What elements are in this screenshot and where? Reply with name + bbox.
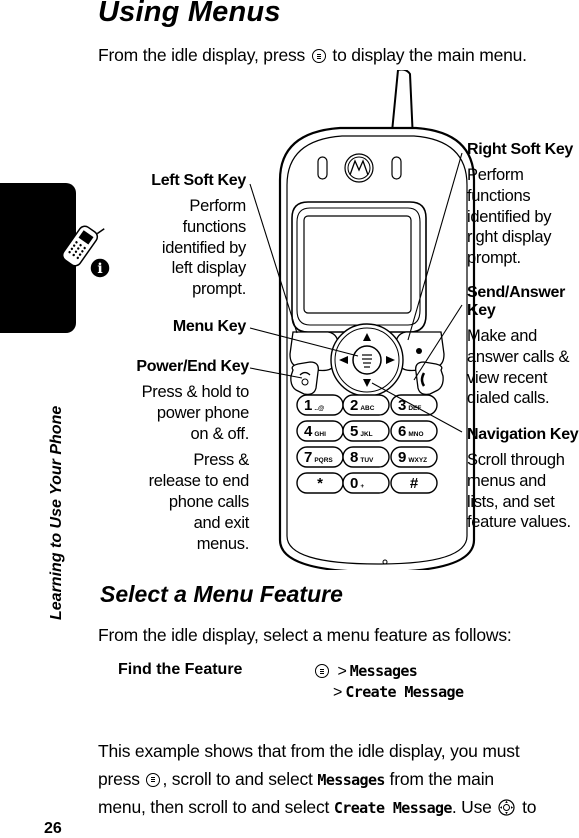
page-number: 26 [44, 820, 62, 837]
navigation-key-icon [498, 799, 515, 816]
leader-menu-key [249, 327, 359, 357]
feature-path-row: > Messages [313, 661, 463, 682]
callout-title: Right Soft Key [467, 141, 574, 158]
callout-title: Send/Answer [467, 284, 566, 301]
menu-item-create-message: Create Message [333, 799, 453, 817]
find-feature-label: Find the Feature [118, 661, 243, 678]
menu-key-icon [146, 772, 161, 787]
callout-title: Navigation Key [467, 426, 579, 443]
callout-description: Perform functions identified by right di… [467, 166, 552, 268]
callout-power-end-key: Power/End Key Press & hold to power phon… [100, 358, 249, 554]
callout-menu-key: Menu Key [172, 318, 246, 335]
leader-power-end-key [249, 367, 303, 379]
callout-title: Power/End Key [136, 358, 249, 375]
callout-right-soft-key: Right Soft Key Perform functions identif… [467, 141, 573, 269]
leader-left-soft-key [249, 183, 298, 334]
callout-description: Perform functions identified by left dis… [161, 197, 246, 299]
leader-send-answer-key [413, 304, 463, 381]
callout-description-2: Press & release to end phone calls and e… [148, 451, 250, 553]
section-heading: Select a Menu Feature [100, 581, 343, 607]
menu-item-messages: Messages [317, 770, 385, 789]
callout-description: Press & hold to power phone on & off. [141, 383, 250, 443]
callout-send-answer-key: Send/Answer Key Make and answer calls & … [467, 284, 569, 409]
callout-description: Scroll through menus and lists, and set … [467, 451, 571, 532]
leader-right-soft-key [407, 152, 463, 341]
leader-navigation-key [371, 382, 463, 433]
menu-key-icon [315, 664, 329, 678]
menu-item-create-message: Create Message [345, 683, 464, 701]
feature-path: > Messages > Create Message [313, 661, 464, 703]
menu-item-messages: Messages [349, 662, 418, 680]
feature-path-row: > Create Message [333, 683, 464, 701]
example-paragraph: This example shows that from the idle di… [98, 741, 537, 817]
callout-left-soft-key: Left Soft Key Perform functions identifi… [100, 172, 246, 300]
subsection-intro: From the idle display, select a menu fea… [98, 625, 512, 645]
callout-description: Make and answer calls & view recent dial… [467, 327, 570, 408]
callout-lines [249, 152, 463, 433]
callout-title-2: Key [467, 302, 496, 319]
callout-navigation-key: Navigation Key Scroll through menus and … [467, 426, 579, 533]
callout-title: Left Soft Key [151, 172, 246, 189]
